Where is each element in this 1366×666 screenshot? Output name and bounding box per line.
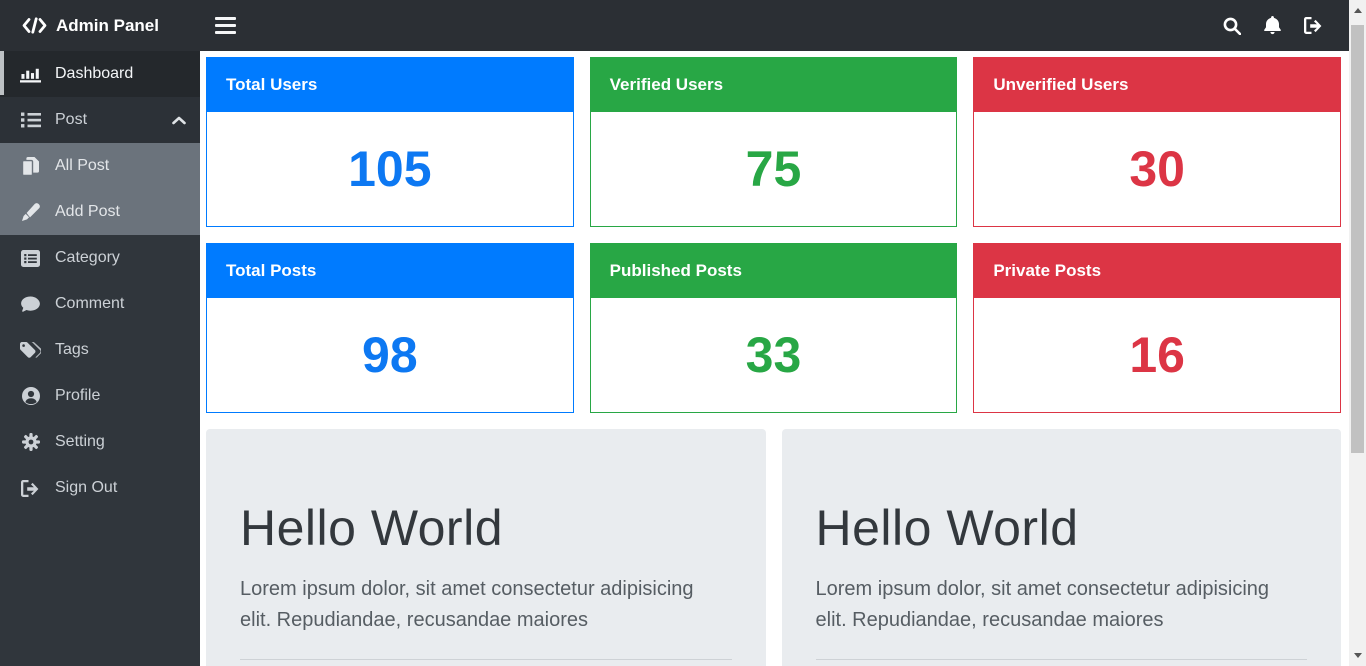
stat-card-value: 30 xyxy=(1129,144,1185,194)
stat-card-value: 33 xyxy=(746,330,802,380)
vertical-scrollbar[interactable] xyxy=(1349,0,1366,666)
chevron-up-icon xyxy=(172,116,186,125)
post-submenu: All Post Add Post xyxy=(0,143,200,235)
sidebar-scrollbar-thumb[interactable] xyxy=(0,51,4,95)
scrollbar-thumb[interactable] xyxy=(1351,25,1364,453)
jumbotron-left: Hello World Lorem ipsum dolor, sit amet … xyxy=(206,429,766,666)
stat-card-unverified-users: Unverified Users 30 xyxy=(973,57,1341,227)
sidebar: Dashboard Post All Post xyxy=(0,51,200,666)
stat-card-private-posts: Private Posts 16 xyxy=(973,243,1341,413)
stat-card-value: 16 xyxy=(1129,330,1185,380)
sidebar-item-label: Profile xyxy=(55,387,100,405)
jumbotron-lead: Lorem ipsum dolor, sit amet consectetur … xyxy=(816,574,1296,636)
sidebar-item-label: Dashboard xyxy=(55,65,133,83)
sidebar-item-all-post[interactable]: All Post xyxy=(0,143,200,189)
navbar-right xyxy=(1223,16,1349,35)
jumbotron-title: Hello World xyxy=(240,501,732,556)
sidebar-item-label: Comment xyxy=(55,295,124,313)
sidebar-item-label: Tags xyxy=(55,341,89,359)
stat-card-total-posts: Total Posts 98 xyxy=(206,243,574,413)
copy-icon xyxy=(19,157,42,176)
stat-card-body: 105 xyxy=(206,112,574,227)
tags-icon xyxy=(19,342,42,359)
scrollbar-up-arrow[interactable] xyxy=(1349,2,1366,19)
stat-card-title: Total Users xyxy=(206,57,574,112)
stat-card-verified-users: Verified Users 75 xyxy=(590,57,958,227)
stat-card-title: Verified Users xyxy=(590,57,958,112)
sidebar-item-category[interactable]: Category xyxy=(0,235,200,281)
stat-card-value: 105 xyxy=(348,144,431,194)
jumbotron-lead: Lorem ipsum dolor, sit amet consectetur … xyxy=(240,574,720,636)
main-content: Total Users 105 Verified Users 75 Unveri… xyxy=(200,51,1349,666)
stat-card-title: Total Posts xyxy=(206,243,574,298)
sidebar-item-label: Setting xyxy=(55,433,105,451)
bell-icon[interactable] xyxy=(1264,16,1281,35)
sidebar-item-post[interactable]: Post xyxy=(0,97,200,143)
stat-card-published-posts: Published Posts 33 xyxy=(590,243,958,413)
sidebar-item-label: Category xyxy=(55,249,120,267)
stat-card-value: 75 xyxy=(746,144,802,194)
stat-card-value: 98 xyxy=(362,330,418,380)
sidebar-item-dashboard[interactable]: Dashboard xyxy=(0,51,200,97)
stat-card-body: 75 xyxy=(590,112,958,227)
stat-card-body: 98 xyxy=(206,298,574,413)
sidebar-item-add-post[interactable]: Add Post xyxy=(0,189,200,235)
jumbotron-divider xyxy=(240,659,732,660)
sidebar-item-label: All Post xyxy=(55,157,109,175)
stat-card-body: 33 xyxy=(590,298,958,413)
stat-card-total-users: Total Users 105 xyxy=(206,57,574,227)
sidebar-item-tags[interactable]: Tags xyxy=(0,327,200,373)
gear-icon xyxy=(19,433,42,451)
list-icon xyxy=(19,112,42,128)
code-icon xyxy=(22,17,47,34)
sidebar-item-label: Add Post xyxy=(55,203,120,221)
list-alt-icon xyxy=(19,250,42,267)
sidebar-item-comment[interactable]: Comment xyxy=(0,281,200,327)
brand-title: Admin Panel xyxy=(56,16,159,36)
sidebar-item-label: Sign Out xyxy=(55,479,117,497)
stat-card-title: Published Posts xyxy=(590,243,958,298)
hamburger-icon[interactable] xyxy=(215,17,236,34)
sidebar-item-sign-out[interactable]: Sign Out xyxy=(0,465,200,511)
comment-icon xyxy=(19,296,42,313)
stats-grid: Total Users 105 Verified Users 75 Unveri… xyxy=(206,57,1341,413)
jumbotron-divider xyxy=(816,659,1308,660)
jumbotron-right: Hello World Lorem ipsum dolor, sit amet … xyxy=(782,429,1342,666)
stat-card-title: Unverified Users xyxy=(973,57,1341,112)
pen-icon xyxy=(19,203,42,221)
user-circle-icon xyxy=(19,387,42,405)
top-navbar: Admin Panel xyxy=(0,0,1349,51)
sidebar-item-profile[interactable]: Profile xyxy=(0,373,200,419)
stat-card-body: 30 xyxy=(973,112,1341,227)
scrollbar-down-arrow[interactable] xyxy=(1349,647,1366,664)
jumbotron-title: Hello World xyxy=(816,501,1308,556)
sidebar-item-label: Post xyxy=(55,111,87,129)
sign-out-icon xyxy=(19,480,42,497)
sign-out-icon[interactable] xyxy=(1304,17,1323,34)
stat-card-title: Private Posts xyxy=(973,243,1341,298)
chart-bar-icon xyxy=(19,66,42,83)
stat-card-body: 16 xyxy=(973,298,1341,413)
jumbotron-row: Hello World Lorem ipsum dolor, sit amet … xyxy=(206,429,1341,666)
sidebar-item-setting[interactable]: Setting xyxy=(0,419,200,465)
search-icon[interactable] xyxy=(1223,17,1241,35)
brand[interactable]: Admin Panel xyxy=(0,16,200,36)
